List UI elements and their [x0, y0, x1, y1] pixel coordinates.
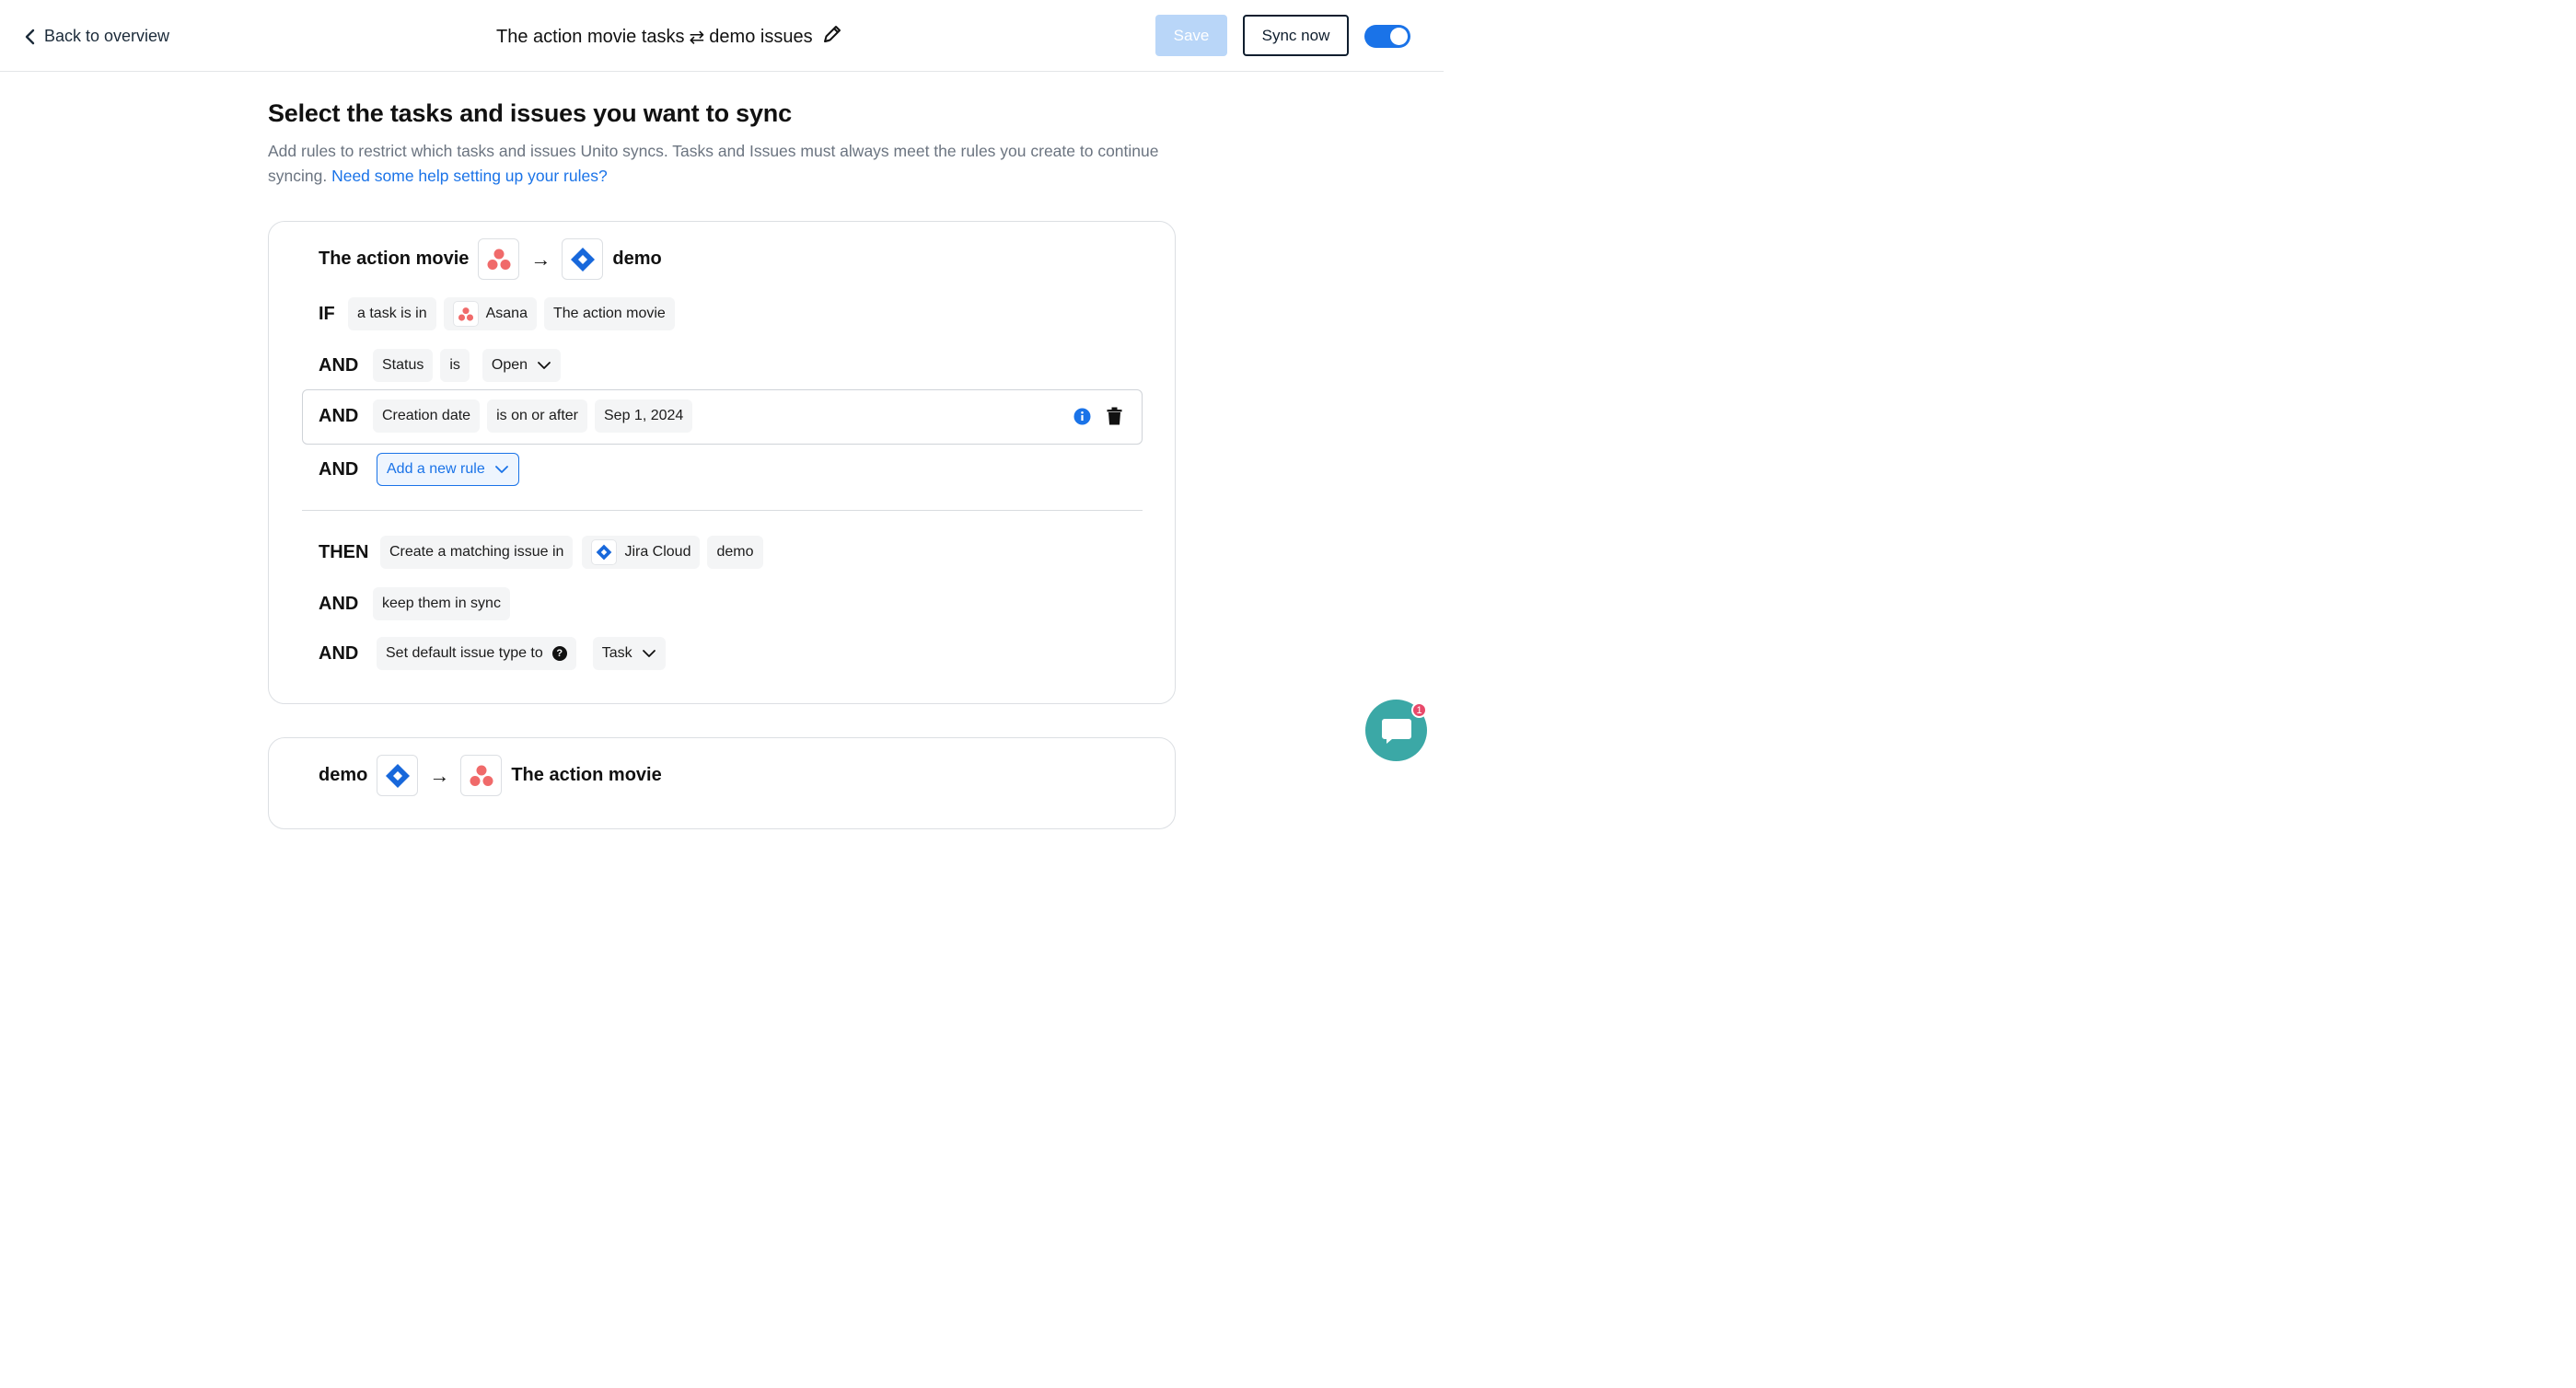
- keep-sync-chip: keep them in sync: [373, 587, 510, 620]
- card-header: demo → The action movie: [319, 755, 662, 796]
- back-to-overview-link[interactable]: Back to overview: [24, 27, 169, 46]
- operator-chip: is on or after: [487, 399, 587, 433]
- condition-chip: a task is in: [348, 297, 436, 330]
- rule-card-asana-to-jira: The action movie → demo IF a task is in …: [268, 221, 1176, 704]
- then-keyword: THEN: [319, 541, 369, 562]
- date-rule-row: AND Creation date is on or after Sep 1, …: [319, 399, 700, 433]
- chevron-down-icon: [494, 466, 508, 473]
- field-chip: Creation date: [373, 399, 481, 433]
- page-title: Select the tasks and issues you want to …: [268, 99, 792, 127]
- help-icon[interactable]: ?: [551, 646, 567, 661]
- jira-logo-icon: [377, 755, 419, 796]
- title-left: The action movie tasks: [496, 26, 685, 47]
- add-rule-button[interactable]: Add a new rule: [377, 453, 519, 486]
- chevron-down-icon: [538, 362, 551, 369]
- if-row: IF a task is in Asana The action movie: [319, 297, 682, 330]
- sync-now-button[interactable]: Sync now: [1243, 15, 1349, 56]
- source-name: The action movie: [319, 249, 470, 269]
- target-name: The action movie: [511, 765, 662, 785]
- default-type-chip: Set default issue type to ?: [377, 637, 576, 670]
- operator-chip: is: [440, 349, 470, 382]
- back-label: Back to overview: [44, 27, 170, 45]
- title-right: demo issues: [709, 26, 813, 47]
- keep-sync-row: AND keep them in sync: [319, 587, 517, 620]
- default-type-label: Set default issue type to: [386, 645, 543, 661]
- and-keyword: AND: [319, 354, 359, 376]
- page-description: Add rules to restrict which tasks and is…: [268, 139, 1170, 189]
- status-value: Open: [491, 357, 528, 373]
- pencil-icon[interactable]: [822, 24, 842, 50]
- save-button[interactable]: Save: [1155, 15, 1227, 56]
- section-divider: [302, 510, 1143, 511]
- then-row: THEN Create a matching issue in Jira Clo…: [319, 536, 771, 569]
- add-rule-row: AND Add a new rule: [319, 453, 519, 486]
- toggle-knob: [1390, 28, 1408, 45]
- sync-title: The action movie tasks ⇄ demo issues: [496, 24, 842, 50]
- status-rule-row: AND Status is Open: [319, 349, 568, 382]
- and-keyword: AND: [319, 593, 359, 614]
- default-issue-type-row: AND Set default issue type to ? Task: [319, 637, 673, 670]
- swap-icon: ⇄: [689, 27, 705, 48]
- help-link[interactable]: Need some help setting up your rules?: [331, 167, 608, 185]
- chevron-left-icon: [25, 29, 35, 44]
- card-header: The action movie → demo: [319, 238, 662, 280]
- sync-toggle[interactable]: [1364, 25, 1410, 48]
- jira-logo-icon: [562, 238, 604, 280]
- target-name: demo: [612, 249, 662, 269]
- tool-chip-asana: Asana: [443, 297, 537, 330]
- project-chip: demo: [707, 536, 763, 569]
- chat-bubble-icon: [1381, 718, 1411, 744]
- status-select[interactable]: Open: [482, 349, 562, 382]
- project-chip: The action movie: [543, 297, 675, 330]
- info-icon[interactable]: [1073, 408, 1091, 425]
- date-value-chip[interactable]: Sep 1, 2024: [595, 399, 693, 433]
- field-chip: Status: [373, 349, 434, 382]
- and-keyword: AND: [319, 642, 359, 664]
- direction-arrow-icon: →: [530, 247, 551, 271]
- tool-name: Asana: [485, 306, 528, 321]
- and-keyword: AND: [319, 458, 359, 480]
- asana-logo-icon: [460, 755, 503, 796]
- and-keyword: AND: [319, 405, 359, 426]
- trash-icon[interactable]: [1107, 407, 1122, 425]
- direction-arrow-icon: →: [429, 763, 450, 787]
- asana-logo-icon: [478, 238, 520, 280]
- action-chip: Create a matching issue in: [380, 536, 574, 569]
- notification-badge: 1: [1411, 702, 1427, 718]
- chevron-down-icon: [642, 650, 656, 657]
- tool-name: Jira Cloud: [624, 544, 691, 560]
- source-name: demo: [319, 765, 368, 785]
- tool-chip-jira: Jira Cloud: [582, 536, 701, 569]
- asana-icon: [452, 301, 479, 327]
- add-rule-label: Add a new rule: [387, 461, 485, 477]
- if-keyword: IF: [319, 303, 335, 324]
- rule-card-jira-to-asana: demo → The action movie: [268, 737, 1176, 829]
- jira-icon: [591, 539, 618, 565]
- top-bar: Back to overview The action movie tasks …: [0, 0, 1444, 72]
- issue-type-value: Task: [601, 645, 632, 661]
- issue-type-select[interactable]: Task: [592, 637, 666, 670]
